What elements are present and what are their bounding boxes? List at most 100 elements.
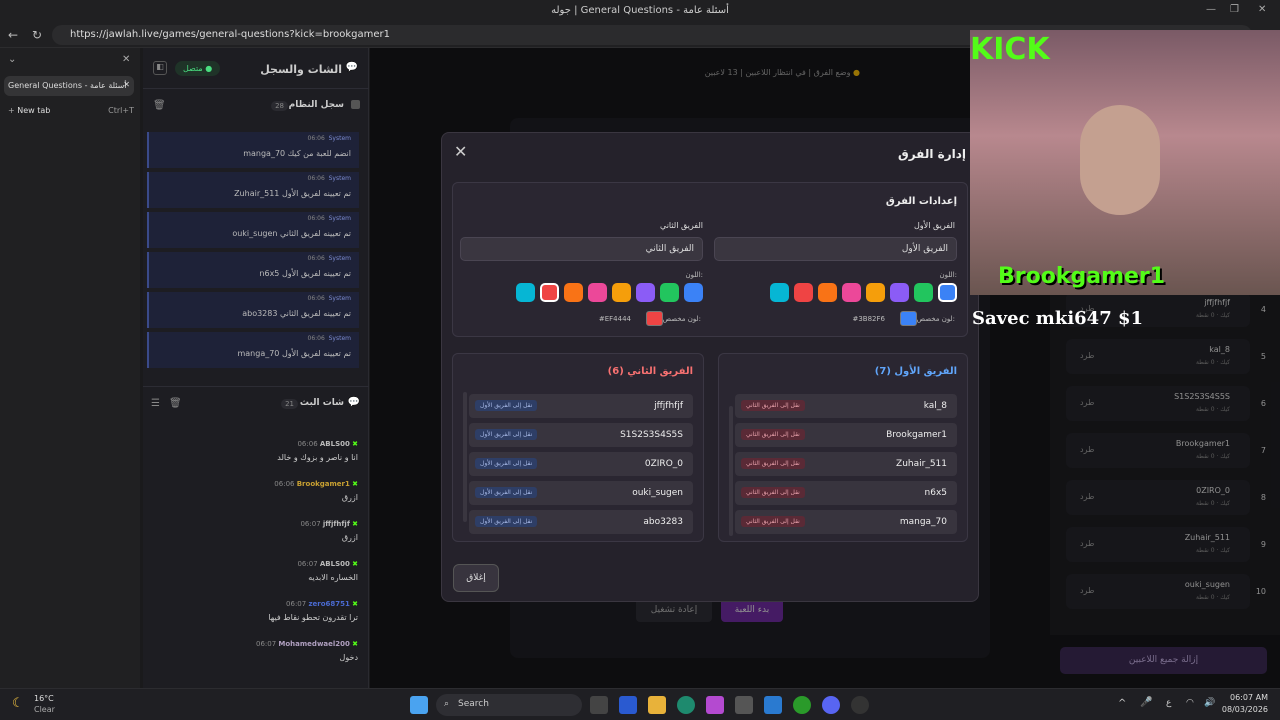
move-team-button[interactable]: نقل إلى الفريق الأول: [475, 516, 538, 527]
search-icon: ⌕: [444, 699, 450, 709]
wifi-icon[interactable]: ◠: [1186, 698, 1194, 708]
team-settings-panel: إعدادات الفرق الفريق الأول الفريق الثاني…: [452, 182, 968, 337]
close-button[interactable]: إغلاق: [453, 564, 499, 592]
color-swatch[interactable]: [588, 283, 607, 302]
color-swatch[interactable]: [842, 283, 861, 302]
move-team-button[interactable]: نقل إلى الفريق الثاني: [741, 487, 805, 498]
system-message: 06:06 System abo3283 تم تعيينه لفريق الث…: [147, 292, 359, 328]
move-team-button[interactable]: نقل إلى الفريق الثاني: [741, 458, 805, 469]
file-explorer-icon[interactable]: [648, 696, 666, 714]
search-box[interactable]: Search: [436, 694, 582, 716]
scrollbar[interactable]: [463, 392, 467, 522]
team1-name-input[interactable]: الفريق الأول: [714, 237, 957, 261]
task-view-icon[interactable]: [590, 696, 608, 714]
team-player-row: S1S2S3S4S5S نقل إلى الفريق الأول: [469, 423, 693, 447]
color-swatch[interactable]: [866, 283, 885, 302]
team-player-row: n6x5 نقل إلى الفريق الثاني: [735, 481, 957, 505]
close-tab-icon[interactable]: ✕: [123, 80, 130, 89]
system-count: 28: [271, 101, 288, 111]
color-swatch[interactable]: [938, 283, 957, 302]
log-icon: [351, 100, 360, 109]
move-team-button[interactable]: نقل إلى الفريق الأول: [475, 429, 538, 440]
refresh-icon[interactable]: ↻: [32, 28, 42, 42]
team-player-row: abo3283 نقل إلى الفريق الأول: [469, 510, 693, 534]
live-count: 21: [281, 399, 298, 409]
clock-date[interactable]: 08/03/2026: [1220, 705, 1268, 714]
chevron-up-icon[interactable]: ^: [1118, 698, 1126, 709]
discord-icon[interactable]: [822, 696, 840, 714]
move-team-button[interactable]: نقل إلى الفريق الثاني: [741, 516, 805, 527]
obs-icon[interactable]: [851, 696, 869, 714]
trash-icon[interactable]: 🗑: [153, 100, 166, 111]
maximize-icon[interactable]: ❐: [1230, 4, 1239, 15]
move-team-button[interactable]: نقل إلى الفريق الثاني: [741, 400, 805, 411]
system-log-title: سجل النظام: [288, 100, 344, 110]
color-swatch[interactable]: [636, 283, 655, 302]
moon-icon: ☾: [12, 696, 24, 711]
color-swatch[interactable]: [612, 283, 631, 302]
team2-panel: الفريق الثاني (6) jffjfhfjf نقل إلى الفر…: [452, 353, 704, 542]
edge-icon[interactable]: [677, 696, 695, 714]
chat-message: 06:07 zero68751 ✖ ترا تقدرون تحطو نقاط ف…: [268, 600, 358, 622]
team-player-row: Zuhair_511 نقل إلى الفريق الثاني: [735, 452, 957, 476]
scrollbar[interactable]: [729, 406, 733, 536]
color-swatch[interactable]: [818, 283, 837, 302]
language-indicator[interactable]: ع: [1166, 698, 1171, 708]
move-team-button[interactable]: نقل إلى الفريق الثاني: [741, 429, 805, 440]
new-tab-button[interactable]: + New tab Ctrl+T: [8, 106, 134, 115]
color-swatch[interactable]: [684, 283, 703, 302]
color-swatch[interactable]: [660, 283, 679, 302]
live-chat-title: شات البث: [299, 398, 344, 408]
modal-title: إدارة الفرق: [897, 147, 966, 161]
color-swatch[interactable]: [794, 283, 813, 302]
team2-color-label: اللون:: [685, 271, 703, 279]
team2-custom-label: لون مخصص:: [662, 315, 701, 323]
team2-label: الفريق الثاني: [660, 221, 703, 230]
team1-custom-label: لون مخصص:: [916, 315, 955, 323]
system-message: 06:06 System Zuhair_511 تم تعيينه لفريق …: [147, 172, 359, 208]
app-icon[interactable]: [619, 696, 637, 714]
color-swatch[interactable]: [770, 283, 789, 302]
team2-custom-color[interactable]: [646, 311, 663, 326]
team1-hex: #3B82F6: [852, 315, 885, 323]
search-label: Search: [458, 699, 489, 709]
xbox-icon[interactable]: [793, 696, 811, 714]
move-team-button[interactable]: نقل إلى الفريق الأول: [475, 458, 538, 469]
team-player-row: Brookgamer1 نقل إلى الفريق الثاني: [735, 423, 957, 447]
close-icon[interactable]: ✕: [454, 142, 467, 161]
windows-start-icon[interactable]: [410, 696, 428, 714]
clock-time[interactable]: 06:07 AM: [1226, 693, 1268, 702]
team-player-row: kal_8 نقل إلى الفريق الثاني: [735, 394, 957, 418]
color-swatch[interactable]: [540, 283, 559, 302]
chevron-down-icon[interactable]: ⌄: [8, 54, 16, 65]
store-icon[interactable]: [735, 696, 753, 714]
tab-label: General Questions - أسئلة عامة: [8, 81, 127, 90]
color-swatch[interactable]: [516, 283, 535, 302]
mic-icon[interactable]: 🎤: [1140, 697, 1152, 708]
team2-hex: #EF4444: [598, 315, 631, 323]
taskbar: ☾ 16°C Clear Search ⌕ ^ 🎤 ع ◠ 🔊 06:07 AM…: [0, 688, 1280, 720]
pin-icon[interactable]: ✕: [122, 54, 130, 65]
new-tab-shortcut: Ctrl+T: [108, 106, 134, 115]
back-icon[interactable]: ←: [8, 28, 18, 42]
move-team-button[interactable]: نقل إلى الفريق الأول: [475, 487, 538, 498]
vertical-tabs-sidebar: ⌄ ✕ General Questions - أسئلة عامة ✕ + Ne…: [0, 48, 140, 688]
collapse-icon[interactable]: ◧: [153, 61, 167, 75]
color-swatch[interactable]: [914, 283, 933, 302]
team1-custom-color[interactable]: [900, 311, 917, 326]
close-window-icon[interactable]: ✕: [1258, 4, 1266, 15]
trash-icon[interactable]: 🗑: [169, 398, 182, 409]
move-team-button[interactable]: نقل إلى الفريق الأول: [475, 400, 538, 411]
team-management-modal: إدارة الفرق ✕ إعدادات الفرق الفريق الأول…: [441, 132, 979, 602]
mail-icon[interactable]: [764, 696, 782, 714]
filter-icon[interactable]: ☰: [151, 398, 160, 409]
color-swatch[interactable]: [890, 283, 909, 302]
minimize-icon[interactable]: —: [1206, 4, 1216, 15]
volume-icon[interactable]: 🔊: [1204, 698, 1215, 708]
color-swatch[interactable]: [564, 283, 583, 302]
copilot-icon[interactable]: [706, 696, 724, 714]
team2-name-input[interactable]: الفريق الثاني: [460, 237, 703, 261]
settings-title: إعدادات الفرق: [885, 196, 957, 207]
tab-general-questions[interactable]: General Questions - أسئلة عامة ✕: [4, 76, 134, 96]
window-title: جوله | General Questions - أسئلة عامة: [551, 5, 729, 16]
